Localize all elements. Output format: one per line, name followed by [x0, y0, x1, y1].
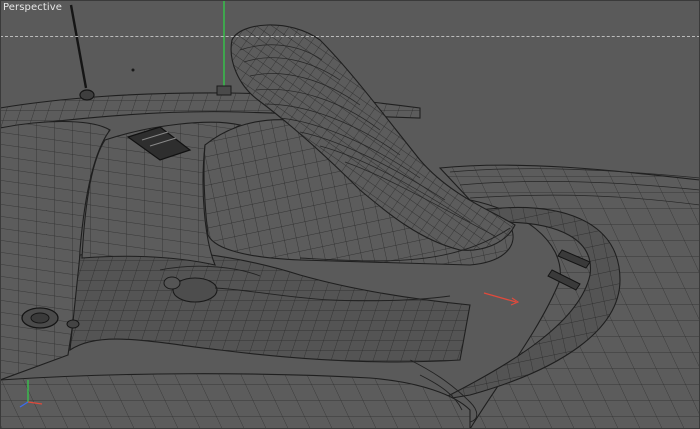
antenna-base — [79, 89, 95, 101]
small-dot — [131, 68, 135, 72]
perspective-viewport[interactable]: Perspective — [0, 0, 700, 429]
wireframe-model[interactable] — [0, 0, 700, 429]
pivot-handle — [216, 85, 232, 96]
antenna-rod — [69, 4, 88, 89]
x-axis-handle — [483, 292, 517, 303]
viewport-label[interactable]: Perspective — [3, 1, 62, 15]
gizmo-x-axis — [27, 401, 43, 405]
axis-gizmo-icon — [19, 380, 43, 408]
gizmo-z-axis — [19, 401, 29, 408]
safe-frame-line — [0, 36, 700, 37]
